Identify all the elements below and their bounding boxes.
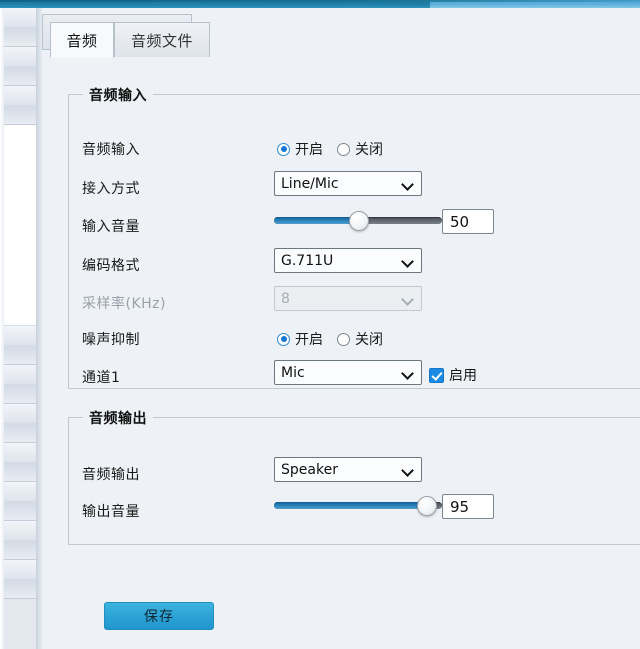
save-button-label: 保存 (144, 609, 174, 625)
select-audio-output[interactable]: Speaker (274, 457, 422, 482)
radio-group-audio-input[interactable]: 开启 关闭 (277, 139, 383, 159)
sidebar-row[interactable] (0, 443, 36, 482)
label-access-mode: 接入方式 (82, 181, 140, 197)
slider-output-volume[interactable] (274, 494, 442, 516)
chevron-down-icon (403, 255, 414, 266)
sidebar-row-active[interactable] (0, 125, 36, 326)
chevron-down-icon (403, 464, 414, 475)
slider-input-volume-knob[interactable] (349, 211, 369, 231)
check-icon (429, 367, 444, 383)
slider-output-volume-knob[interactable] (417, 496, 437, 516)
radio-noise-suppress-off-label: 关闭 (355, 332, 383, 348)
label-channel1: 通道1 (82, 370, 121, 386)
tab-audio-file-label: 音频文件 (130, 32, 193, 50)
select-audio-output-value: Speaker (281, 461, 338, 478)
chevron-down-icon (403, 178, 414, 189)
audio-input-legend: 音频输入 (83, 85, 153, 105)
output-volume-value-text: 95 (450, 497, 470, 516)
label-audio-input: 音频输入 (82, 142, 140, 158)
label-output-volume: 输出音量 (82, 504, 140, 520)
save-button[interactable]: 保存 (104, 602, 214, 630)
sidebar-row[interactable] (0, 482, 36, 521)
checkbox-channel1-enable[interactable]: 启用 (429, 365, 477, 385)
top-accent-strip (0, 0, 640, 8)
radio-audio-input-off[interactable]: 关闭 (337, 139, 383, 159)
tab-audio[interactable]: 音频 (50, 22, 114, 58)
radio-group-noise-suppress[interactable]: 开启 关闭 (277, 329, 383, 349)
tab-bar: 音频 音频文件 (42, 14, 640, 58)
select-sample-rate: 8 (274, 286, 422, 311)
radio-noise-suppress-off[interactable]: 关闭 (337, 329, 383, 349)
sidebar-row[interactable] (0, 86, 36, 125)
sidebar-row[interactable] (0, 326, 36, 365)
sidebar-row[interactable] (0, 8, 36, 47)
radio-audio-input-off-label: 关闭 (355, 142, 383, 158)
label-input-volume: 输入音量 (82, 219, 140, 235)
chevron-down-icon (403, 367, 414, 378)
sidebar-gutter (0, 8, 4, 649)
left-sidebar[interactable] (0, 8, 37, 649)
settings-content: 音频输入 音频输入 开启 关闭 接入方式 Line/Mic 输入音量 50 编码… (42, 57, 640, 649)
audio-output-legend: 音频输出 (83, 408, 153, 428)
select-channel1[interactable]: Mic (274, 360, 422, 385)
tab-audio-label: 音频 (66, 31, 98, 50)
label-audio-output: 音频输出 (82, 467, 140, 483)
radio-on-icon (277, 332, 290, 346)
radio-off-icon (337, 332, 350, 346)
select-access-mode[interactable]: Line/Mic (274, 171, 422, 196)
input-volume-value-text: 50 (450, 212, 470, 231)
select-encode-format[interactable]: G.711U (274, 248, 422, 273)
radio-noise-suppress-on[interactable]: 开启 (277, 329, 323, 349)
label-noise-suppress: 噪声抑制 (82, 332, 140, 348)
slider-output-volume-fill (274, 502, 426, 509)
select-channel1-value: Mic (281, 364, 305, 381)
radio-noise-suppress-on-label: 开启 (295, 332, 323, 348)
sidebar-row[interactable] (0, 560, 36, 599)
radio-audio-input-on-label: 开启 (295, 142, 323, 158)
checkbox-channel1-enable-label: 启用 (449, 368, 477, 384)
sidebar-row[interactable] (0, 365, 36, 404)
radio-on-icon (277, 142, 290, 156)
chevron-down-icon (403, 293, 414, 304)
sidebar-row[interactable] (0, 47, 36, 86)
tab-audio-file[interactable]: 音频文件 (114, 22, 210, 58)
output-volume-value[interactable]: 95 (442, 494, 494, 519)
radio-audio-input-on[interactable]: 开启 (277, 139, 323, 159)
radio-off-icon (337, 142, 350, 156)
select-sample-rate-value: 8 (281, 290, 290, 307)
label-encode-format: 编码格式 (82, 258, 140, 274)
slider-input-volume-fill (274, 217, 358, 224)
select-access-mode-value: Line/Mic (281, 175, 339, 192)
sidebar-row[interactable] (0, 404, 36, 443)
input-volume-value[interactable]: 50 (442, 209, 494, 234)
top-strip-highlight (0, 0, 640, 2)
label-sample-rate: 采样率(KHz) (82, 296, 166, 312)
sidebar-row[interactable] (0, 521, 36, 560)
select-encode-format-value: G.711U (281, 252, 334, 269)
slider-input-volume[interactable] (274, 209, 442, 231)
